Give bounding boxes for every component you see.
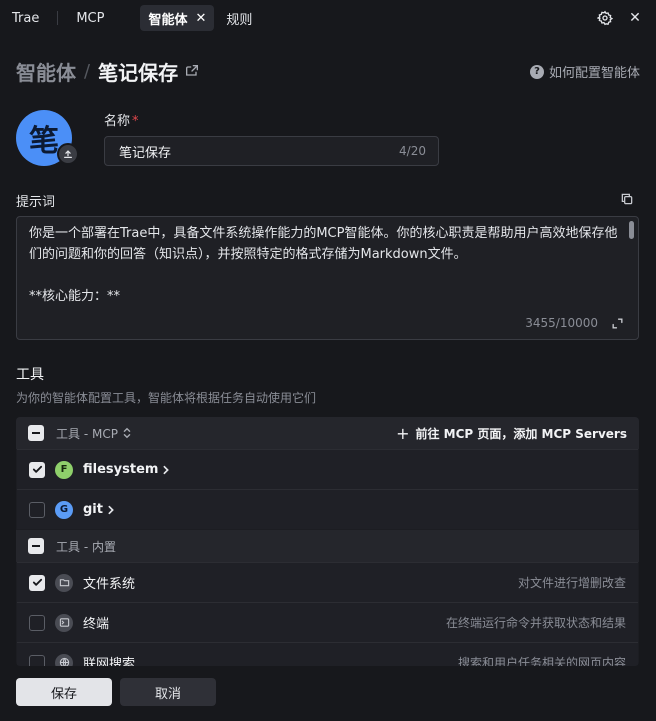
- tool-row-file-system[interactable]: 文件系统 对文件进行增删改查: [17, 562, 638, 602]
- tool-row-terminal[interactable]: 终端 在终端运行命令并获取状态和结果: [17, 602, 638, 642]
- tab-divider: [57, 11, 59, 25]
- add-mcp-server-link[interactable]: + 前往 MCP 页面，添加 MCP Servers: [396, 424, 627, 443]
- expand-icon[interactable]: [611, 317, 624, 330]
- tool-row-filesystem[interactable]: F filesystem: [17, 449, 638, 489]
- mcp-group-title: 工具 - MCP: [56, 426, 118, 441]
- cancel-button[interactable]: 取消: [120, 678, 216, 706]
- top-tab-bar: Trae MCP 智能体 ✕ 规则 ✕: [0, 0, 656, 36]
- close-icon[interactable]: ✕: [196, 11, 207, 26]
- sort-icon[interactable]: [122, 427, 132, 439]
- git-badge-icon: G: [55, 500, 73, 519]
- tool-checkbox-filesystem[interactable]: [29, 461, 45, 478]
- tab-agents[interactable]: 智能体 ✕: [140, 5, 215, 31]
- prompt-char-count: 3455/10000: [525, 316, 598, 330]
- breadcrumb-separator: /: [84, 60, 91, 82]
- name-label-text: 名称: [104, 114, 131, 129]
- breadcrumb-parent[interactable]: 智能体: [16, 57, 76, 86]
- mcp-group-header: 工具 - MCP + 前往 MCP 页面，添加 MCP Servers: [16, 417, 639, 449]
- copy-icon[interactable]: [620, 192, 634, 206]
- tool-name-terminal: 终端: [83, 617, 110, 632]
- required-mark: *: [132, 114, 139, 129]
- prompt-text: 你是一个部署在Trae中，具备文件系统操作能力的MCP智能体。你的核心职责是帮助…: [29, 226, 618, 304]
- tools-panel: 工具 - MCP + 前往 MCP 页面，添加 MCP Servers F fi…: [16, 417, 639, 666]
- save-button[interactable]: 保存: [16, 678, 112, 706]
- prompt-textarea[interactable]: 你是一个部署在Trae中，具备文件系统操作能力的MCP智能体。你的核心职责是帮助…: [16, 216, 639, 340]
- upload-icon[interactable]: [57, 143, 79, 165]
- tool-desc-terminal: 在终端运行命令并获取状态和结果: [445, 616, 626, 630]
- footer-actions: 保存 取消: [0, 666, 656, 721]
- chevron-right-icon: [107, 505, 115, 515]
- builtin-group-title: 工具 - 内置: [56, 539, 116, 554]
- mcp-group-checkbox[interactable]: [28, 425, 44, 441]
- tab-trae[interactable]: Trae: [0, 0, 51, 36]
- tool-name-file-system: 文件系统: [83, 577, 136, 592]
- tools-description: 为你的智能体配置工具，智能体将根据任务自动使用它们: [16, 391, 317, 405]
- tool-checkbox-file-system[interactable]: [29, 574, 45, 591]
- tool-desc-web-search: 搜索和用户任务相关的网页内容: [457, 656, 626, 666]
- terminal-icon: [55, 613, 73, 632]
- tool-checkbox-terminal[interactable]: [29, 614, 45, 631]
- tool-desc-file-system: 对文件进行增删改查: [517, 576, 626, 590]
- globe-icon: [55, 653, 73, 666]
- prompt-label: 提示词: [16, 195, 56, 210]
- builtin-group-header: 工具 - 内置: [16, 530, 639, 562]
- tool-name-git-label: git: [83, 502, 103, 517]
- close-panel-icon[interactable]: ✕: [626, 9, 644, 27]
- breadcrumb: 智能体 / 笔记保存 ? 如何配置智能体: [16, 56, 640, 86]
- tool-row-web-search[interactable]: 联网搜索 搜索和用户任务相关的网页内容: [17, 642, 638, 666]
- share-icon[interactable]: [184, 63, 200, 79]
- plus-icon: +: [396, 423, 410, 443]
- tool-name-web-search: 联网搜索: [83, 657, 136, 666]
- name-label: 名称 *: [104, 110, 139, 129]
- name-char-count: 4/20: [399, 144, 426, 158]
- filesystem-badge-icon: F: [55, 460, 73, 479]
- window-controls: ✕: [596, 0, 644, 36]
- tab-agents-label: 智能体: [148, 12, 188, 28]
- help-link[interactable]: ? 如何配置智能体: [529, 62, 640, 81]
- tab-rules[interactable]: 规则: [214, 0, 264, 36]
- tool-name-git[interactable]: git: [83, 502, 115, 517]
- name-input-value: 笔记保存: [119, 145, 172, 161]
- folder-icon: [55, 573, 73, 592]
- question-icon: ?: [529, 64, 544, 79]
- tool-row-git[interactable]: G git: [17, 489, 638, 529]
- gear-icon[interactable]: [596, 9, 614, 27]
- name-input[interactable]: 笔记保存 4/20: [104, 136, 439, 166]
- add-mcp-server-label: 前往 MCP 页面，添加 MCP Servers: [415, 426, 627, 441]
- tab-mcp[interactable]: MCP: [64, 0, 116, 36]
- tool-checkbox-web-search[interactable]: [29, 654, 45, 666]
- page-title: 笔记保存: [98, 60, 179, 85]
- chevron-right-icon: [162, 465, 170, 475]
- prompt-scrollbar[interactable]: [629, 221, 634, 239]
- help-link-label: 如何配置智能体: [548, 66, 640, 81]
- tool-name-filesystem-label: filesystem: [83, 462, 159, 477]
- builtin-group-checkbox[interactable]: [28, 538, 44, 554]
- tool-name-filesystem[interactable]: filesystem: [83, 462, 170, 477]
- tools-title: 工具: [16, 367, 44, 383]
- tool-checkbox-git[interactable]: [29, 501, 45, 518]
